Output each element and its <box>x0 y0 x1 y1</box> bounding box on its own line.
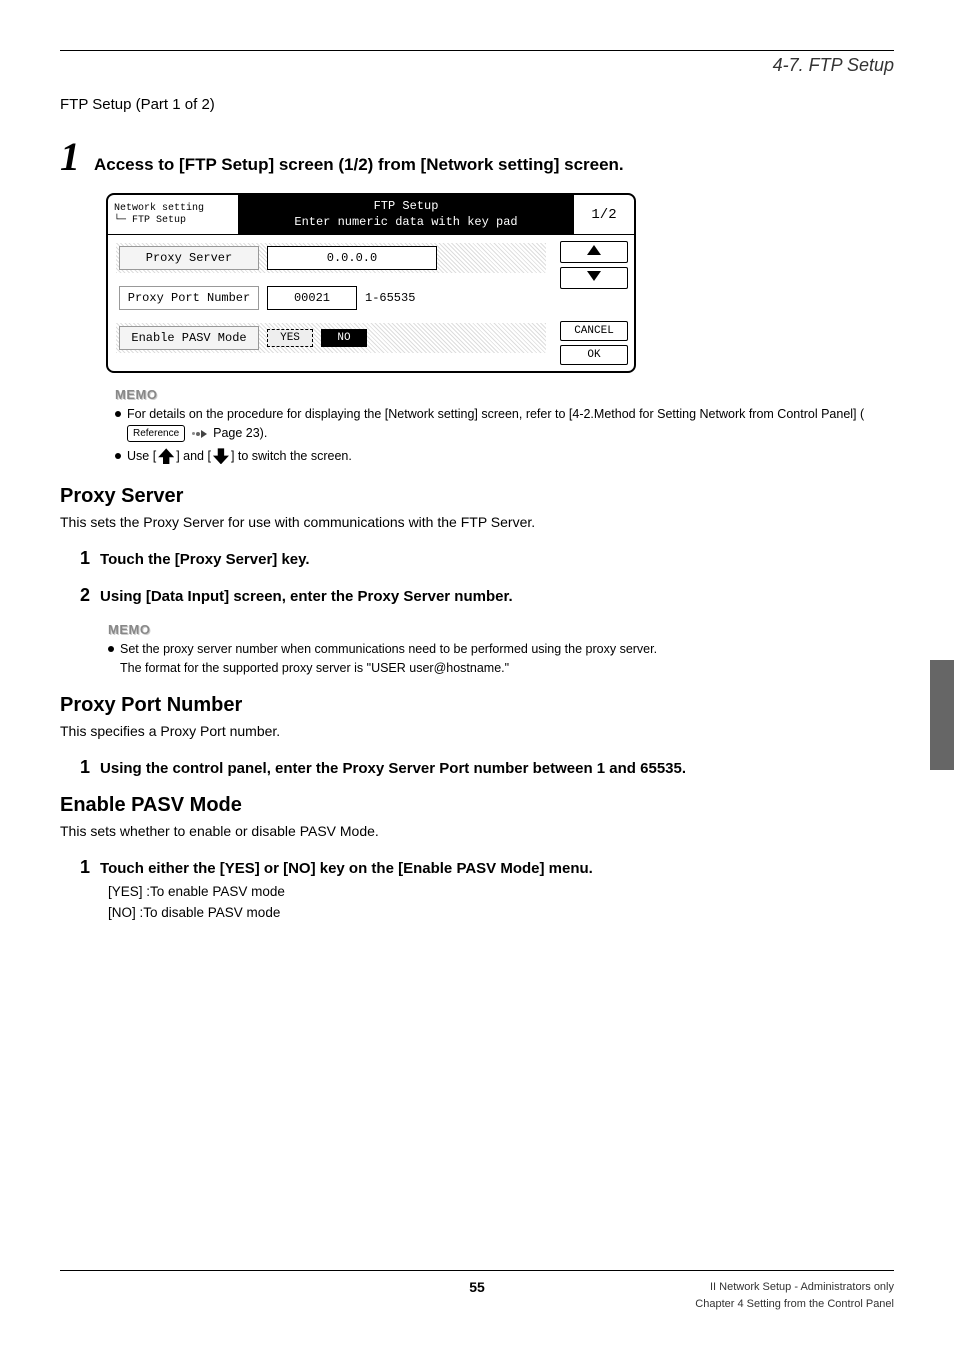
pasv-heading: Enable PASV Mode <box>60 794 894 817</box>
ok-button[interactable]: OK <box>560 345 628 365</box>
section-header: 4-7. FTP Setup <box>60 55 894 76</box>
arrow-down-icon <box>213 448 229 464</box>
substep-num: 1 <box>80 757 90 778</box>
bullet-icon <box>115 453 121 459</box>
arrow-up-icon <box>158 448 174 464</box>
arrow-up-icon <box>587 245 601 259</box>
memo1-part-a: For details on the procedure for display… <box>127 407 864 421</box>
footer-line-2: Chapter 4 Setting from the Control Panel <box>695 1296 894 1313</box>
memo2-a: Use [ <box>127 449 156 463</box>
side-tab-marker <box>930 660 954 770</box>
arrow-down-icon <box>587 271 601 285</box>
screen-title-1: FTP Setup <box>244 199 568 215</box>
breadcrumb: Network setting └─ FTP Setup <box>108 199 238 231</box>
proxy-port-label: Proxy Port Number <box>119 286 259 310</box>
substep-num: 2 <box>80 585 90 606</box>
screen-page-indicator: 1/2 <box>574 207 634 223</box>
scroll-down-button[interactable] <box>560 267 628 289</box>
header-rule <box>60 50 894 51</box>
embedded-screenshot: Network setting └─ FTP Setup FTP Setup E… <box>106 193 894 373</box>
substep-num: 1 <box>80 857 90 878</box>
pasv-desc: This sets whether to enable or disable P… <box>60 823 894 839</box>
reference-arrow-icon <box>192 430 207 438</box>
substep-text: Using the control panel, enter the Proxy… <box>100 760 686 777</box>
page-footer: 55 II Network Setup - Administrators onl… <box>60 1270 894 1312</box>
memo2-b: ] and [ <box>176 449 211 463</box>
step-1-number: 1 <box>60 137 80 177</box>
ps-memo-l1: Set the proxy server number when communi… <box>120 642 657 656</box>
substep-text: Touch the [Proxy Server] key. <box>100 551 310 568</box>
memo-text-2: Use [ ] and [ ] to switch the screen. <box>127 447 352 466</box>
pasv-label: Enable PASV Mode <box>119 326 259 350</box>
memo-label: MEMO <box>115 387 894 402</box>
proxy-server-key[interactable]: Proxy Server <box>119 246 259 270</box>
substep-text: Using [Data Input] screen, enter the Pro… <box>100 588 513 605</box>
reference-badge: Reference <box>127 425 185 442</box>
footer-line-1: II Network Setup - Administrators only <box>695 1279 894 1296</box>
screen-title-2: Enter numeric data with key pad <box>244 215 568 231</box>
proxy-server-desc: This sets the Proxy Server for use with … <box>60 514 894 530</box>
proxy-server-memo: MEMO Set the proxy server number when co… <box>108 622 894 678</box>
memo-block-1: MEMO For details on the procedure for di… <box>115 387 894 465</box>
memo-label: MEMO <box>108 622 894 637</box>
part-label: FTP Setup (Part 1 of 2) <box>60 96 894 113</box>
screen-title: FTP Setup Enter numeric data with key pa… <box>238 195 574 234</box>
proxy-server-heading: Proxy Server <box>60 485 894 508</box>
substep-num: 1 <box>80 548 90 569</box>
substep-text: Touch either the [YES] or [NO] key on th… <box>100 860 593 877</box>
scroll-up-button[interactable] <box>560 241 628 263</box>
proxy-port-desc: This specifies a Proxy Port number. <box>60 723 894 739</box>
proxy-port-heading: Proxy Port Number <box>60 694 894 717</box>
pasv-option-no: [NO] :To disable PASV mode <box>108 905 894 920</box>
memo1-part-b: Page 23). <box>213 426 267 440</box>
page-number: 55 <box>469 1279 485 1295</box>
ps-memo-l2: The format for the supported proxy serve… <box>120 661 509 675</box>
breadcrumb-1: Network setting <box>114 203 232 215</box>
breadcrumb-2: └─ FTP Setup <box>114 215 232 227</box>
step-1-heading: Access to [FTP Setup] screen (1/2) from … <box>94 155 624 175</box>
pasv-yes-button[interactable]: YES <box>267 329 313 347</box>
cancel-button[interactable]: CANCEL <box>560 321 628 341</box>
proxy-port-value[interactable]: 00021 <box>267 286 357 310</box>
pasv-no-button[interactable]: NO <box>321 329 367 347</box>
step-1-row: 1 Access to [FTP Setup] screen (1/2) fro… <box>60 137 894 177</box>
memo-text: Set the proxy server number when communi… <box>120 640 657 678</box>
memo2-c: ] to switch the screen. <box>231 449 352 463</box>
pasv-option-yes: [YES] :To enable PASV mode <box>108 884 894 899</box>
memo-text-1: For details on the procedure for display… <box>127 405 894 443</box>
proxy-port-range: 1-65535 <box>365 291 415 305</box>
bullet-icon <box>108 646 114 652</box>
bullet-icon <box>115 411 121 417</box>
proxy-server-value[interactable]: 0.0.0.0 <box>267 246 437 270</box>
